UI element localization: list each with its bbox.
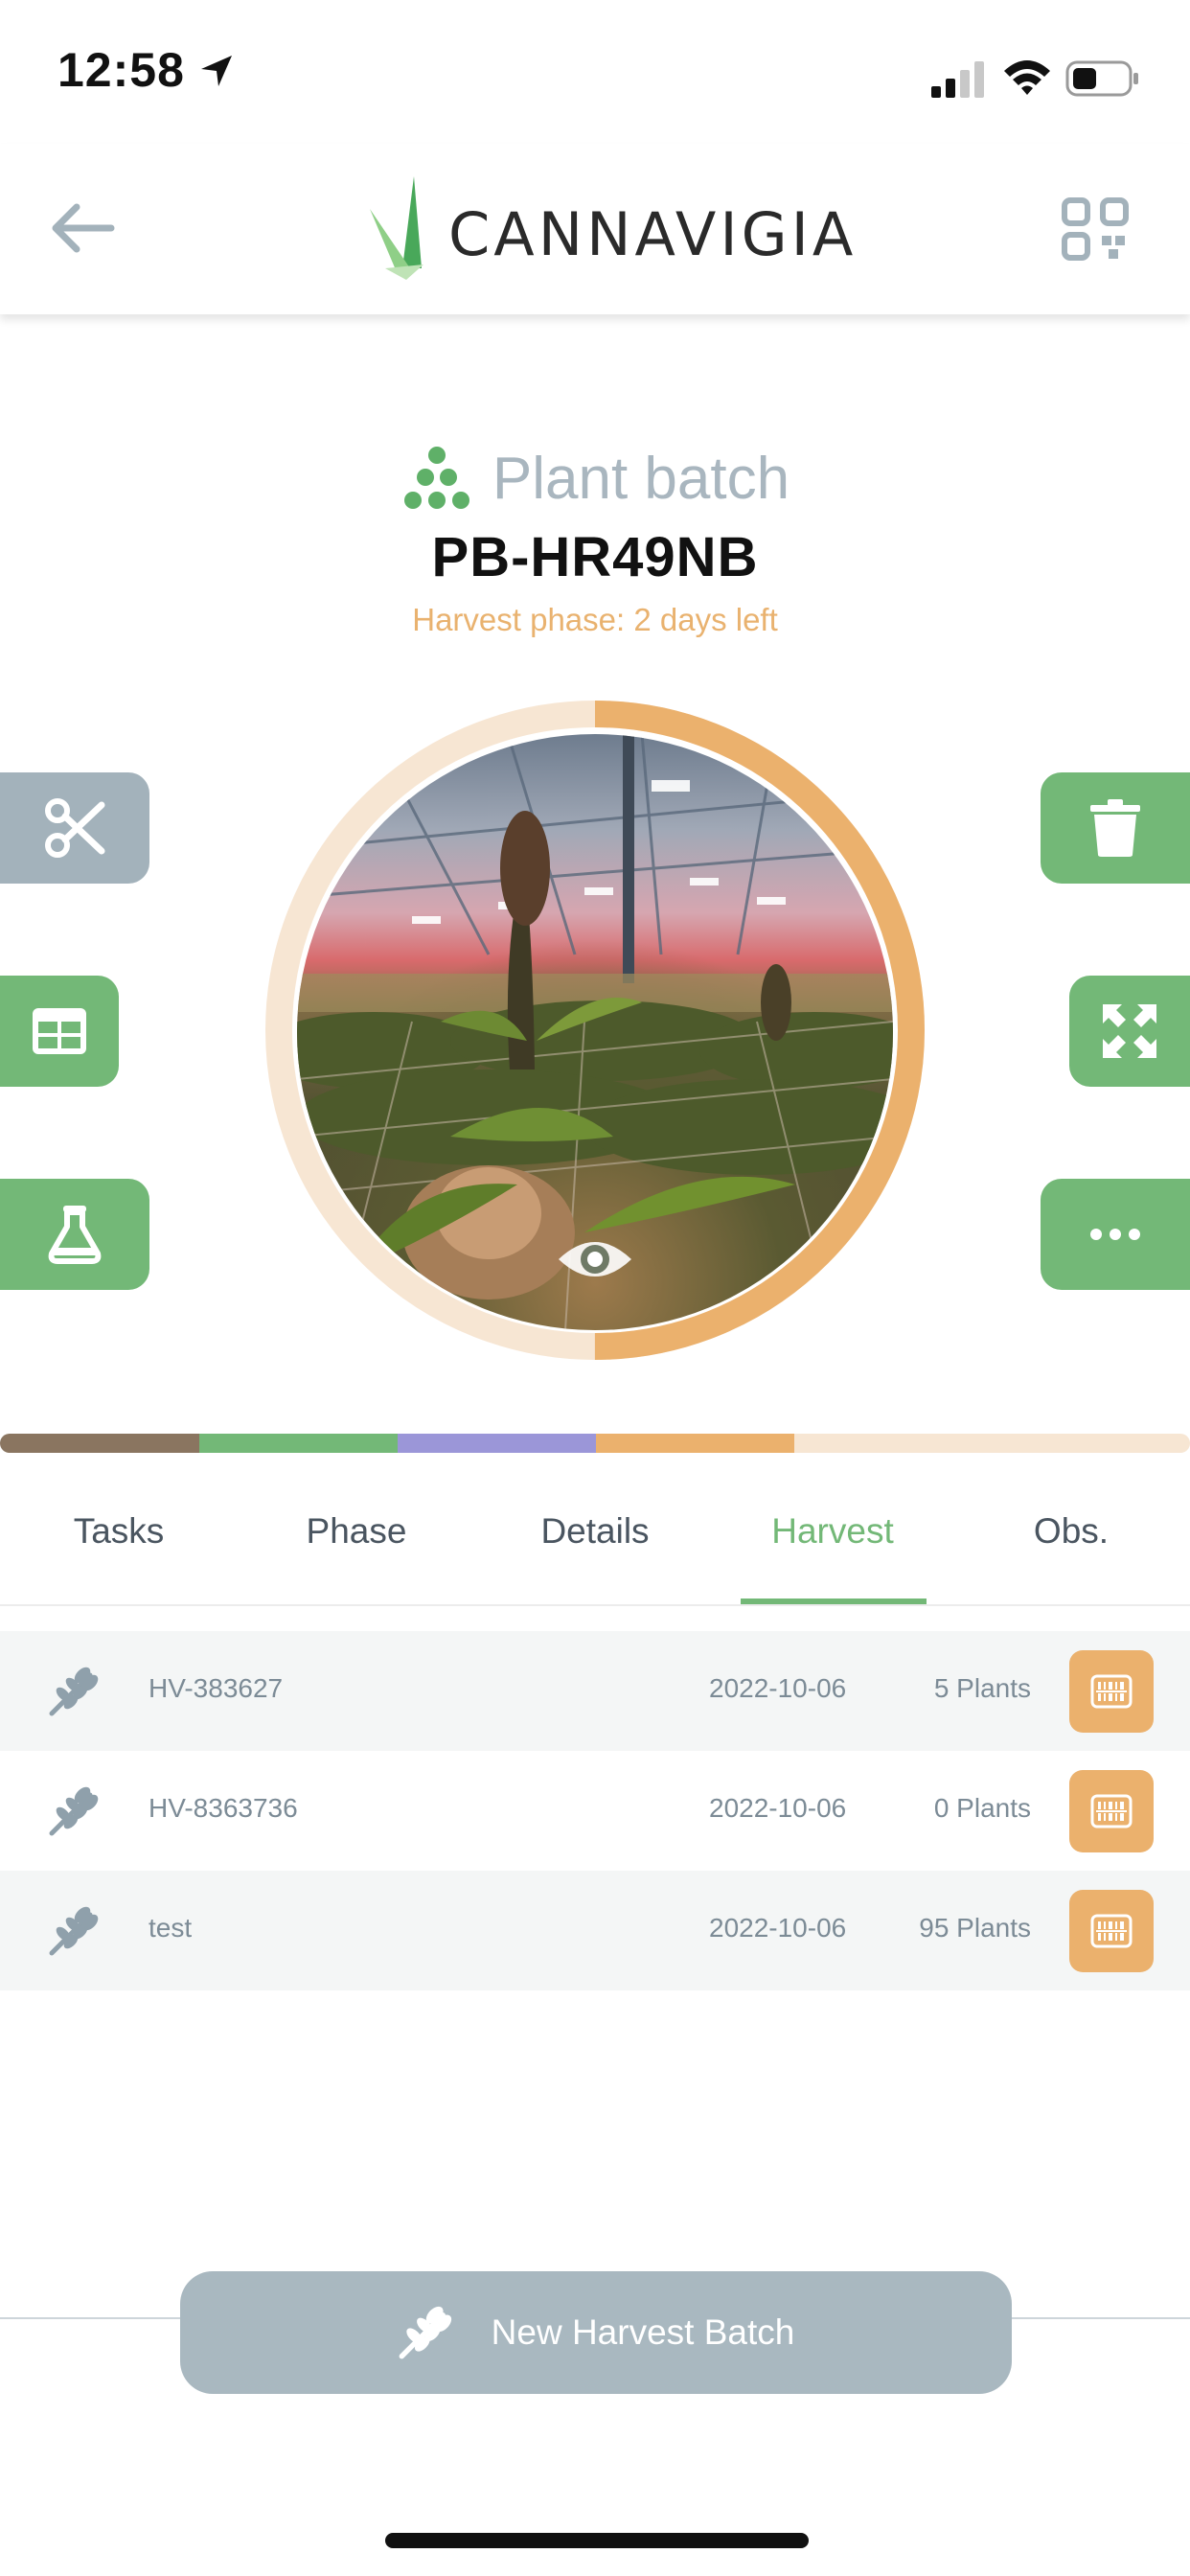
- table-icon: [33, 1008, 86, 1054]
- location-arrow-icon: [201, 56, 232, 86]
- harvest-id: HV-8363736: [149, 1793, 298, 1823]
- plant-batch-icon: [403, 446, 469, 509]
- harvest-row[interactable]: test 2022-10-06 95 Plants: [0, 1871, 1190, 1990]
- harvest-row[interactable]: HV-8363736 2022-10-06 0 Plants: [0, 1751, 1190, 1871]
- phase-segment-1: [0, 1434, 199, 1453]
- home-indicator: [385, 2533, 809, 2548]
- app-logo: CANNAVIGIA: [368, 176, 853, 282]
- harvest-date: 2022-10-06: [709, 1673, 847, 1703]
- barcode-button[interactable]: [1069, 1650, 1154, 1733]
- more-action-button[interactable]: [1041, 1179, 1190, 1290]
- harvest-plant-count: 0 Plants: [933, 1793, 1031, 1823]
- back-arrow-icon[interactable]: [48, 199, 117, 257]
- delete-action-button[interactable]: [1041, 772, 1190, 884]
- wheat-icon: [49, 1906, 99, 1956]
- new-harvest-batch-label: New Harvest Batch: [491, 2312, 795, 2352]
- qr-code-icon[interactable]: [1062, 197, 1129, 261]
- app-header: CANNAVIGIA: [0, 144, 1190, 314]
- battery-icon: [1065, 60, 1138, 97]
- cut-action-button[interactable]: [0, 772, 149, 884]
- status-bar: 12:58: [0, 0, 1190, 144]
- phase-segment-4: [596, 1434, 794, 1453]
- new-harvest-batch-button[interactable]: New Harvest Batch: [180, 2271, 1012, 2394]
- harvest-id: test: [149, 1913, 193, 1943]
- harvest-list: HV-383627 2022-10-06 5 Plants HV-8363736…: [0, 1631, 1190, 1990]
- harvest-id: HV-383627: [149, 1673, 284, 1703]
- phase-info: Harvest phase: 2 days left: [412, 602, 778, 637]
- phase-segment-3: [398, 1434, 596, 1453]
- barcode-icon: [1090, 1914, 1133, 1948]
- wifi-icon: [1004, 60, 1050, 95]
- tab-harvest[interactable]: Harvest: [714, 1476, 951, 1606]
- phase-timeline-bar: [0, 1434, 1190, 1453]
- batch-type-label: Plant batch: [492, 446, 790, 512]
- tab-tasks[interactable]: Tasks: [0, 1476, 238, 1606]
- expand-action-button[interactable]: [1069, 976, 1190, 1087]
- tab-observations[interactable]: Obs.: [952, 1476, 1190, 1606]
- table-action-button[interactable]: [0, 976, 119, 1087]
- harvest-plant-count: 95 Plants: [919, 1913, 1031, 1943]
- eye-icon[interactable]: [556, 1230, 634, 1288]
- wheat-icon: [49, 1667, 99, 1716]
- tab-bar: Tasks Phase Details Harvest Obs.: [0, 1476, 1190, 1606]
- status-time: 12:58: [57, 43, 185, 97]
- scissors-icon: [45, 798, 105, 858]
- logo-text: CANNAVIGIA: [448, 199, 858, 269]
- more-icon: [1090, 1229, 1140, 1240]
- wheat-icon: [399, 2306, 451, 2359]
- barcode-button[interactable]: [1069, 1890, 1154, 1972]
- harvest-plant-count: 5 Plants: [933, 1673, 1031, 1703]
- lab-action-button[interactable]: [0, 1179, 149, 1290]
- harvest-date: 2022-10-06: [709, 1913, 847, 1943]
- flask-icon: [48, 1206, 102, 1264]
- active-tab-indicator: [741, 1598, 927, 1604]
- tab-phase[interactable]: Phase: [238, 1476, 475, 1606]
- barcode-icon: [1090, 1674, 1133, 1709]
- expand-icon: [1103, 1004, 1156, 1058]
- phase-segment-2: [199, 1434, 398, 1453]
- harvest-date: 2022-10-06: [709, 1793, 847, 1823]
- batch-id: PB-HR49NB: [431, 526, 759, 588]
- wheat-icon: [49, 1786, 99, 1836]
- barcode-icon: [1090, 1794, 1133, 1828]
- trash-icon: [1090, 799, 1140, 857]
- barcode-button[interactable]: [1069, 1770, 1154, 1852]
- cellular-signal-icon: [931, 61, 984, 98]
- tab-details[interactable]: Details: [476, 1476, 714, 1606]
- batch-type-row: Plant batch: [0, 445, 1190, 521]
- harvest-row[interactable]: HV-383627 2022-10-06 5 Plants: [0, 1631, 1190, 1751]
- leaf-logo-icon: [370, 176, 423, 280]
- phase-segment-5: [794, 1434, 1190, 1453]
